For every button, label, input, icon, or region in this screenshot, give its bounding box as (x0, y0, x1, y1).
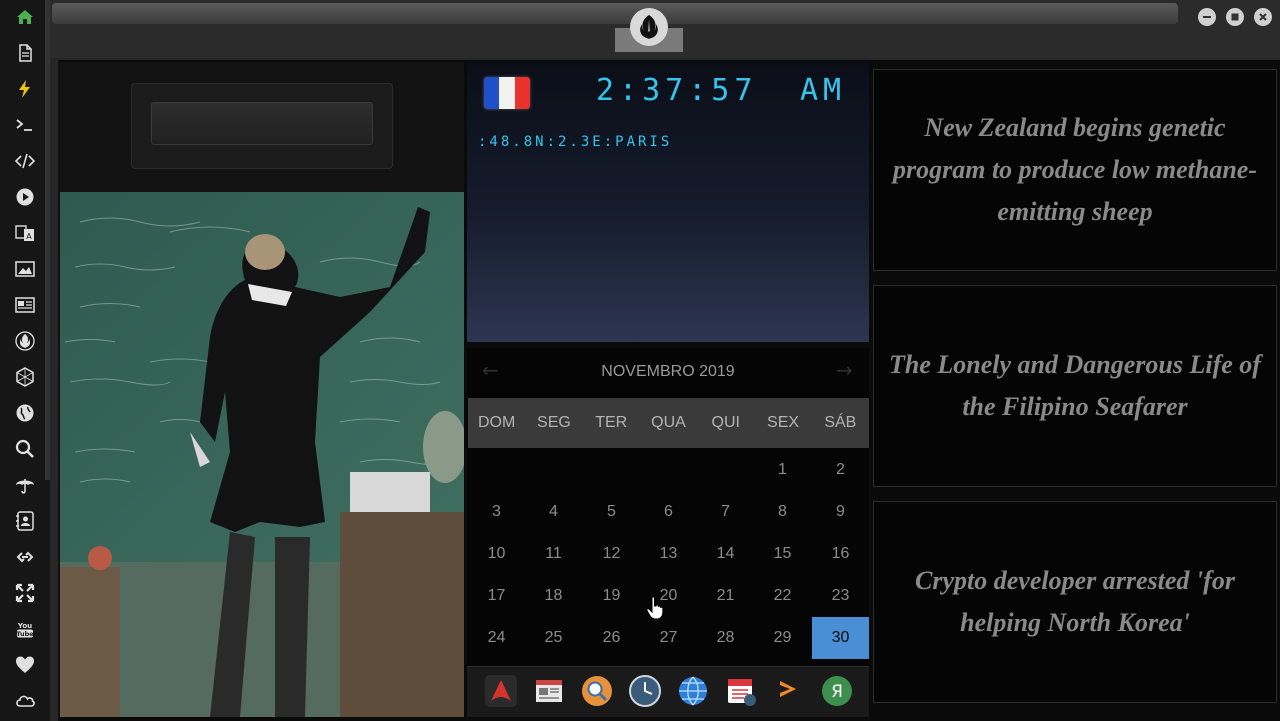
calendar-day[interactable]: 28 (697, 617, 754, 659)
news-card[interactable]: The Lonely and Dangerous Life of the Fil… (873, 285, 1277, 487)
youtube-icon[interactable]: You Tube (13, 617, 37, 641)
calendar-day[interactable]: 4 (525, 491, 582, 533)
calendar-day[interactable]: 18 (525, 575, 582, 617)
calendar-day[interactable]: 7 (697, 491, 754, 533)
calendar-day[interactable]: 26 (583, 617, 640, 659)
maximize-icon[interactable] (1226, 8, 1244, 26)
app-sidebar: A You Tube (0, 0, 50, 721)
news-card[interactable]: Crypto developer arrested 'for helping N… (873, 501, 1277, 703)
app-dock (467, 666, 869, 717)
news-icon[interactable] (13, 293, 37, 317)
weekday-label: TER (595, 414, 628, 431)
play-icon[interactable] (13, 185, 37, 209)
title-drag-handle[interactable] (52, 3, 1178, 24)
heart-icon[interactable] (13, 653, 37, 677)
svg-text:You: You (17, 622, 32, 630)
svg-text:A: A (26, 232, 32, 241)
calendar-day[interactable]: 9 (812, 491, 869, 533)
news-headline: New Zealand begins genetic program to pr… (892, 113, 1257, 226)
calendar-day[interactable]: 8 (754, 491, 811, 533)
magnifier-icon[interactable] (580, 674, 614, 708)
arch-linux-icon[interactable] (484, 674, 518, 708)
calendar-day[interactable]: 1 (754, 449, 811, 491)
sidebar-scrollbar[interactable] (45, 0, 50, 480)
rebel-alliance-icon[interactable] (13, 329, 37, 353)
svg-text:Я: Я (831, 682, 843, 702)
yandex-icon[interactable]: Я (820, 674, 854, 708)
calendar-day[interactable]: 2 (812, 449, 869, 491)
calendar-day[interactable]: 14 (697, 533, 754, 575)
calendar-day[interactable]: 11 (525, 533, 582, 575)
calendar-day[interactable]: 19 (583, 575, 640, 617)
weekday-label: SEG (537, 414, 571, 431)
clock-icon[interactable] (628, 674, 662, 708)
cloud-icon[interactable] (13, 689, 37, 713)
hand-cursor-icon (646, 596, 664, 620)
calendar-day[interactable]: 29 (754, 617, 811, 659)
search-icon[interactable] (13, 437, 37, 461)
calendar-day[interactable]: 23 (812, 575, 869, 617)
umbrella-icon[interactable] (13, 473, 37, 497)
calendar-day[interactable]: 5 (583, 491, 640, 533)
close-icon[interactable] (1254, 8, 1272, 26)
hexagon-icon[interactable] (13, 365, 37, 389)
calendar-day[interactable]: 17 (468, 575, 525, 617)
sublime-text-icon[interactable] (772, 674, 806, 708)
calendar-day[interactable]: 13 (640, 533, 697, 575)
calendar-day[interactable]: 21 (697, 575, 754, 617)
calendar-day[interactable]: 24 (468, 617, 525, 659)
web-browser-icon[interactable] (676, 674, 710, 708)
globe-icon[interactable] (13, 401, 37, 425)
calendar-day[interactable]: 22 (754, 575, 811, 617)
flag-stripe-blue (484, 77, 500, 109)
calendar-month-title: NOVEMBRO 2019 (601, 363, 735, 380)
flag-stripe-white (499, 77, 515, 109)
weekday-label: QUI (711, 414, 740, 431)
weekday-label: QUA (651, 414, 686, 431)
translate-icon[interactable]: A (13, 221, 37, 245)
search-input[interactable] (151, 102, 373, 145)
calendar-day[interactable]: 3 (468, 491, 525, 533)
svg-text:Tube: Tube (16, 630, 34, 638)
minimize-icon[interactable] (1198, 8, 1216, 26)
clock-location: :48.8N:2.3E:PARIS (478, 134, 673, 150)
calendar-weekday-row: DOM SEG TER QUA QUI SEX SÁB (468, 398, 869, 448)
news-reader-icon[interactable] (532, 674, 566, 708)
news-headline: Crypto developer arrested 'for helping N… (915, 566, 1235, 637)
calendar-day[interactable]: 15 (754, 533, 811, 575)
link-icon[interactable] (13, 545, 37, 569)
news-card[interactable]: New Zealand begins genetic program to pr… (873, 69, 1277, 271)
weekday-label: DOM (477, 414, 516, 431)
calendar-day[interactable]: 27 (640, 617, 697, 659)
clock-time: 2:37:57 (596, 73, 758, 108)
calendar-icon[interactable] (724, 674, 758, 708)
clock-ampm: AM (800, 73, 847, 108)
weekday-label: SEX (767, 414, 800, 431)
france-flag (484, 77, 530, 109)
expand-icon[interactable] (13, 581, 37, 605)
wallpaper-photo (60, 192, 464, 717)
weekday-label: SÁB (824, 414, 857, 431)
lightning-icon[interactable] (13, 77, 37, 101)
rebel-alliance-icon[interactable] (630, 8, 668, 46)
calendar-day[interactable]: 6 (640, 491, 697, 533)
calendar-day[interactable]: 25 (525, 617, 582, 659)
contacts-icon[interactable] (13, 509, 37, 533)
terminal-icon[interactable] (13, 113, 37, 137)
flag-stripe-red (514, 77, 530, 109)
code-icon[interactable] (13, 149, 37, 173)
home-icon[interactable] (13, 5, 37, 29)
calendar-day-today[interactable]: 30 (812, 617, 869, 659)
image-icon[interactable] (13, 257, 37, 281)
calendar-day[interactable]: 12 (583, 533, 640, 575)
news-headline: The Lonely and Dangerous Life of the Fil… (889, 350, 1261, 421)
calendar-day[interactable]: 10 (468, 533, 525, 575)
calendar-day[interactable]: 16 (812, 533, 869, 575)
document-icon[interactable] (13, 41, 37, 65)
